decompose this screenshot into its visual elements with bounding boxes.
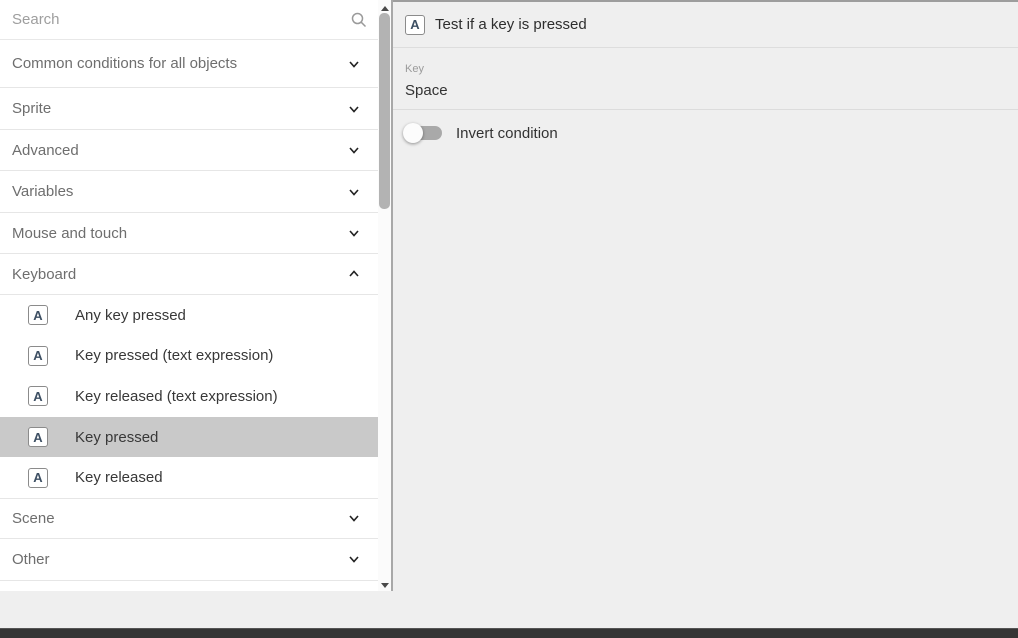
section-label: Variables: [12, 183, 73, 200]
condition-item-key-pressed-text-expression[interactable]: A Key pressed (text expression): [0, 336, 378, 377]
condition-item-label: Any key pressed: [75, 307, 186, 324]
section-label: Scene: [12, 510, 55, 527]
section-label: Advanced: [12, 142, 79, 159]
condition-editor-dialog: Common conditions for all objects Sprite…: [0, 0, 1018, 638]
condition-item-label: Key released: [75, 469, 163, 486]
condition-item-label: Key released (text expression): [75, 388, 278, 405]
section-label: Keyboard: [12, 266, 76, 283]
key-field-value[interactable]: Space: [405, 82, 1018, 109]
section-advanced[interactable]: Advanced: [0, 130, 378, 171]
chevron-down-icon: [346, 225, 362, 241]
condition-item-any-key-pressed[interactable]: A Any key pressed: [0, 295, 378, 336]
list-scrollbar[interactable]: [378, 0, 391, 591]
chevron-down-icon: [346, 551, 362, 567]
search-icon: [350, 11, 368, 29]
keyboard-key-icon: A: [28, 346, 48, 366]
condition-item-key-released-text-expression[interactable]: A Key released (text expression): [0, 376, 378, 417]
condition-header: A Test if a key is pressed: [393, 2, 1018, 48]
section-other[interactable]: Other: [0, 539, 378, 581]
keyboard-key-icon: A: [28, 468, 48, 488]
condition-item-label: Key pressed (text expression): [75, 347, 273, 364]
section-scene[interactable]: Scene: [0, 498, 378, 539]
chevron-down-icon: [346, 142, 362, 158]
condition-item-key-released[interactable]: A Key released: [0, 457, 378, 498]
key-field: Key Space: [393, 48, 1018, 109]
key-field-underline: [393, 109, 1018, 110]
section-common-conditions[interactable]: Common conditions for all objects: [0, 40, 378, 88]
section-keyboard[interactable]: Keyboard: [0, 254, 378, 295]
keyboard-key-icon: A: [405, 15, 425, 35]
search-row: [0, 0, 378, 40]
section-label: Sprite: [12, 100, 51, 117]
chevron-down-icon: [346, 184, 362, 200]
chevron-down-icon: [346, 56, 362, 72]
invert-condition-label: Invert condition: [456, 125, 558, 142]
condition-title: Test if a key is pressed: [435, 16, 587, 33]
scroll-down-arrow[interactable]: [378, 579, 391, 591]
condition-item-key-pressed[interactable]: A Key pressed: [0, 417, 378, 458]
window-bottom-bar: [0, 628, 1018, 638]
chevron-down-icon: [346, 101, 362, 117]
conditions-list-panel: Common conditions for all objects Sprite…: [0, 0, 378, 591]
chevron-down-icon: [346, 510, 362, 526]
search-input[interactable]: [0, 0, 330, 39]
dialog-footer: [0, 591, 1018, 628]
keyboard-key-icon: A: [28, 386, 48, 406]
section-sprite[interactable]: Sprite: [0, 88, 378, 130]
section-label: Other: [12, 551, 50, 568]
main-area: Common conditions for all objects Sprite…: [0, 0, 1018, 591]
key-field-label: Key: [405, 63, 1018, 75]
keyboard-key-icon: A: [28, 305, 48, 325]
condition-details-panel: A Test if a key is pressed Key Space Inv…: [393, 0, 1018, 591]
section-label: Mouse and touch: [12, 225, 127, 242]
chevron-up-icon: [346, 266, 362, 282]
invert-condition-row: Invert condition: [403, 123, 1018, 143]
section-label: Common conditions for all objects: [12, 55, 237, 72]
keyboard-key-icon: A: [28, 427, 48, 447]
section-mouse-and-touch[interactable]: Mouse and touch: [0, 213, 378, 254]
toggle-knob[interactable]: [403, 123, 423, 143]
condition-item-label: Key pressed: [75, 429, 158, 446]
scrollbar-thumb[interactable]: [379, 13, 390, 209]
invert-condition-toggle[interactable]: [403, 123, 443, 143]
section-variables[interactable]: Variables: [0, 171, 378, 213]
